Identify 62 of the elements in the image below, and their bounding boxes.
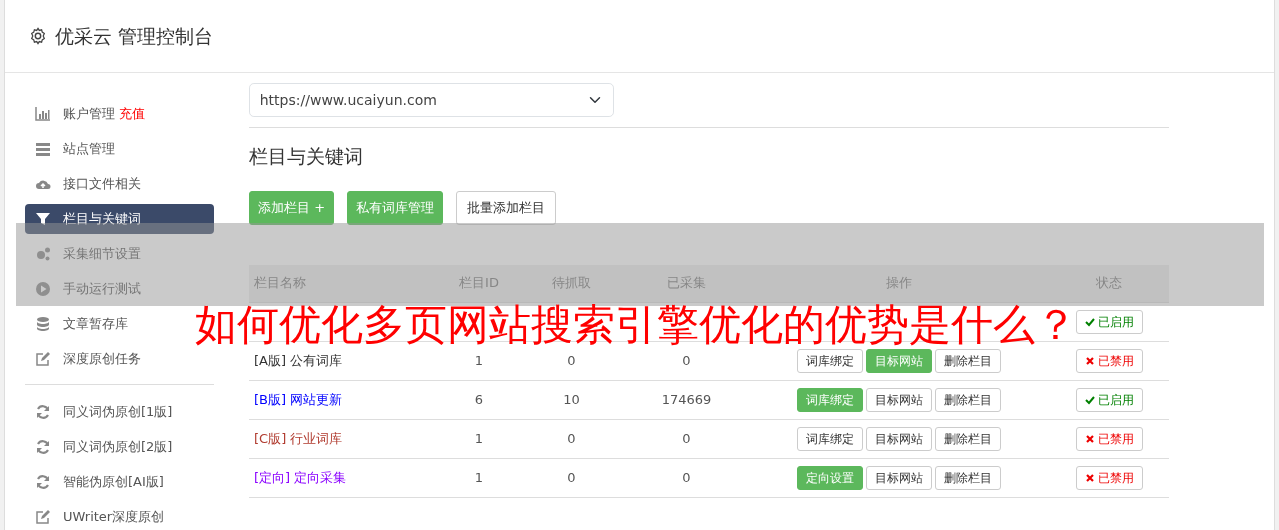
refresh-icon	[35, 439, 51, 455]
table-cell-text: 0	[566, 468, 577, 487]
cross-icon	[1084, 433, 1095, 444]
status-button[interactable]: 已启用	[1075, 309, 1143, 334]
edit-icon	[35, 351, 51, 367]
check-icon	[1084, 394, 1095, 405]
cross-icon	[1084, 472, 1095, 483]
table-cell-text: [A版] 公有词库	[253, 351, 344, 370]
status-button[interactable]: 已禁用	[1075, 348, 1143, 373]
action-button[interactable]: 目标网站	[866, 426, 932, 451]
table-cell-text: 1	[473, 468, 485, 487]
settings-icon	[29, 27, 47, 45]
edit-icon	[35, 509, 51, 525]
check-icon	[1084, 316, 1095, 327]
sidebar-item[interactable]: 账户管理 充值	[25, 99, 214, 129]
status-button[interactable]: 已禁用	[1075, 465, 1143, 490]
table-cell-text: 0	[681, 468, 692, 487]
toolbar-button[interactable]: 批量添加栏目	[456, 190, 557, 225]
table-cell-text: 1	[473, 351, 485, 370]
table-cell-text: 0	[681, 351, 692, 370]
action-button[interactable]: 删除栏目	[935, 348, 1001, 373]
action-button[interactable]: 词库绑定	[797, 348, 863, 373]
table-cell-text: 174669	[660, 390, 713, 409]
server-icon	[35, 141, 51, 157]
sidebar-item[interactable]: 站点管理	[25, 134, 214, 164]
cross-icon	[1084, 355, 1095, 366]
table-cell-text: 6	[473, 390, 485, 409]
sidebar-item[interactable]: 智能伪原创[AI版]	[25, 467, 214, 497]
page-title: 优采云 管理控制台	[55, 23, 214, 49]
column-header: 栏目名称	[253, 274, 307, 293]
filter-icon	[35, 211, 51, 227]
action-button[interactable]: 删除栏目	[935, 387, 1001, 412]
action-button[interactable]: 目标网站	[866, 465, 932, 490]
status-button[interactable]: 已禁用	[1075, 426, 1143, 451]
table-cell-text: 1	[473, 429, 485, 448]
refresh-icon	[35, 404, 51, 420]
table-cell-text: [定向] 定向采集	[253, 468, 348, 487]
table-cell-text: 0	[566, 429, 577, 448]
action-button[interactable]: 删除栏目	[935, 426, 1001, 451]
status-button[interactable]: 已启用	[1075, 387, 1143, 412]
table-cell-text: 0	[681, 429, 692, 448]
table-cell-text: [B版] 网站更新	[253, 390, 344, 409]
action-button[interactable]: 删除栏目	[935, 465, 1001, 490]
table-cell-text: [C版] 行业词库	[253, 429, 344, 448]
sidebar-item[interactable]: 同义词伪原创[1版]	[25, 397, 214, 427]
sidebar-item[interactable]: 接口文件相关	[25, 169, 214, 199]
sidebar-item[interactable]: UWriter深度原创	[25, 502, 214, 530]
site-select[interactable]: https://www.ucaiyun.com	[249, 83, 614, 117]
action-button[interactable]: 词库绑定	[797, 426, 863, 451]
chart-icon	[35, 106, 51, 122]
sidebar-item[interactable]: 栏目与关键词	[25, 204, 214, 234]
gears-icon	[35, 246, 51, 262]
table-cell-text: 10	[562, 390, 581, 409]
table-cell-text: 0	[566, 351, 577, 370]
section-title: 栏目与关键词	[249, 144, 364, 169]
column-header: 栏目ID	[458, 274, 500, 293]
refresh-icon	[35, 474, 51, 490]
play-icon	[35, 281, 51, 297]
recharge-link[interactable]: 充值	[119, 104, 145, 124]
database-icon	[35, 316, 51, 332]
sidebar-item[interactable]: 同义词伪原创[2版]	[25, 432, 214, 462]
action-button[interactable]: 目标网站	[866, 387, 932, 412]
